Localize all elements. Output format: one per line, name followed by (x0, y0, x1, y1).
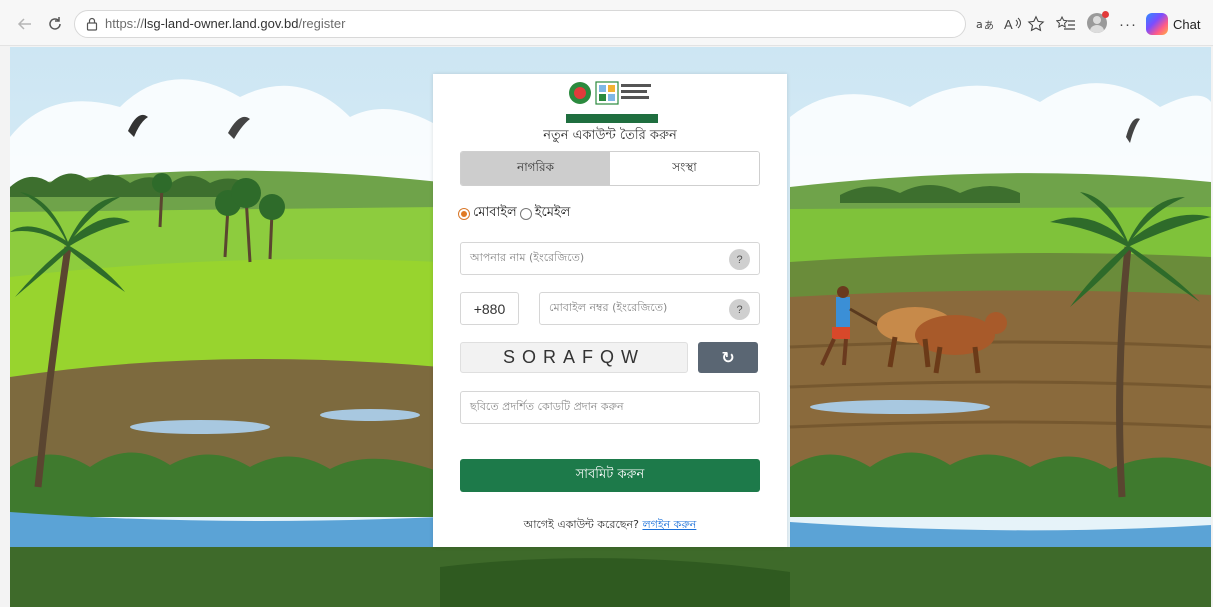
submit-button[interactable]: সাবমিট করুন (460, 459, 760, 492)
captcha-code-input[interactable]: ছবিতে প্রদর্শিত কোডটি প্রদান করুন (460, 391, 760, 424)
name-placeholder: আপনার নাম (ইংরেজিতে) (470, 251, 585, 264)
name-help-icon[interactable]: ? (729, 249, 750, 270)
translate-icon[interactable]: aあ (976, 13, 996, 35)
more-options-icon[interactable]: ··· (1119, 13, 1137, 35)
refresh-icon[interactable] (44, 13, 66, 35)
mobile-radio-label[interactable]: মোবাইল (473, 203, 517, 224)
back-arrow-icon[interactable] (14, 13, 36, 35)
captcha-refresh-button[interactable]: ↻ (698, 342, 758, 373)
email-radio-label[interactable]: ইমেইল (535, 203, 571, 224)
mobile-number-input[interactable]: মোবাইল নম্বর (ইংরেজিতে) ? (539, 292, 760, 325)
mobile-help-icon[interactable]: ? (729, 299, 750, 320)
page-title: নতুন একাউন্ট তৈরি করুন (543, 128, 677, 143)
account-type-tabs: নাগরিক সংস্থা (460, 151, 760, 186)
register-card: নতুন একাউন্ট তৈরি করুন নাগরিক সংস্থা মোব… (433, 74, 787, 547)
login-prompt: আগেই একাউন্ট করেছেন? লগইন করুন (433, 516, 787, 535)
svg-text:A: A (1004, 17, 1013, 32)
contact-method-radios: মোবাইল ইমেইল (458, 203, 570, 224)
copilot-icon (1146, 13, 1168, 35)
browser-toolbar: https://lsg-land-owner.land.gov.bd/regis… (0, 0, 1213, 46)
copilot-chat-button[interactable]: Chat (1146, 11, 1200, 37)
url-text: https://lsg-land-owner.land.gov.bd/regis… (105, 16, 346, 31)
country-code: +880 (460, 292, 519, 325)
captcha-image: SORAFQW (460, 342, 688, 373)
mobile-radio[interactable] (458, 207, 470, 220)
notification-dot-icon (1102, 11, 1109, 18)
address-bar[interactable]: https://lsg-land-owner.land.gov.bd/regis… (74, 10, 966, 38)
favorites-list-icon[interactable] (1056, 13, 1076, 35)
svg-text:あ: あ (984, 20, 994, 32)
tab-citizen[interactable]: নাগরিক (461, 152, 610, 185)
favorite-star-icon[interactable] (1027, 13, 1045, 35)
read-aloud-icon[interactable]: A (1004, 13, 1022, 35)
lock-icon[interactable] (84, 16, 100, 32)
page-viewport: নতুন একাউন্ট তৈরি করুন নাগরিক সংস্থা মোব… (10, 47, 1211, 607)
svg-text:a: a (976, 18, 983, 31)
login-link[interactable]: লগইন করুন (642, 518, 696, 531)
login-prompt-text: আগেই একাউন্ট করেছেন? (523, 518, 639, 531)
name-input[interactable]: আপনার নাম (ইংরেজিতে) ? (460, 242, 760, 275)
email-radio[interactable] (519, 207, 532, 220)
tab-organization[interactable]: সংস্থা (610, 152, 759, 185)
captcha-placeholder: ছবিতে প্রদর্শিত কোডটি প্রদান করুন (470, 400, 624, 413)
land-ministry-logo (566, 79, 658, 123)
mobile-placeholder: মোবাইল নম্বর (ইংরেজিতে) (549, 301, 668, 314)
